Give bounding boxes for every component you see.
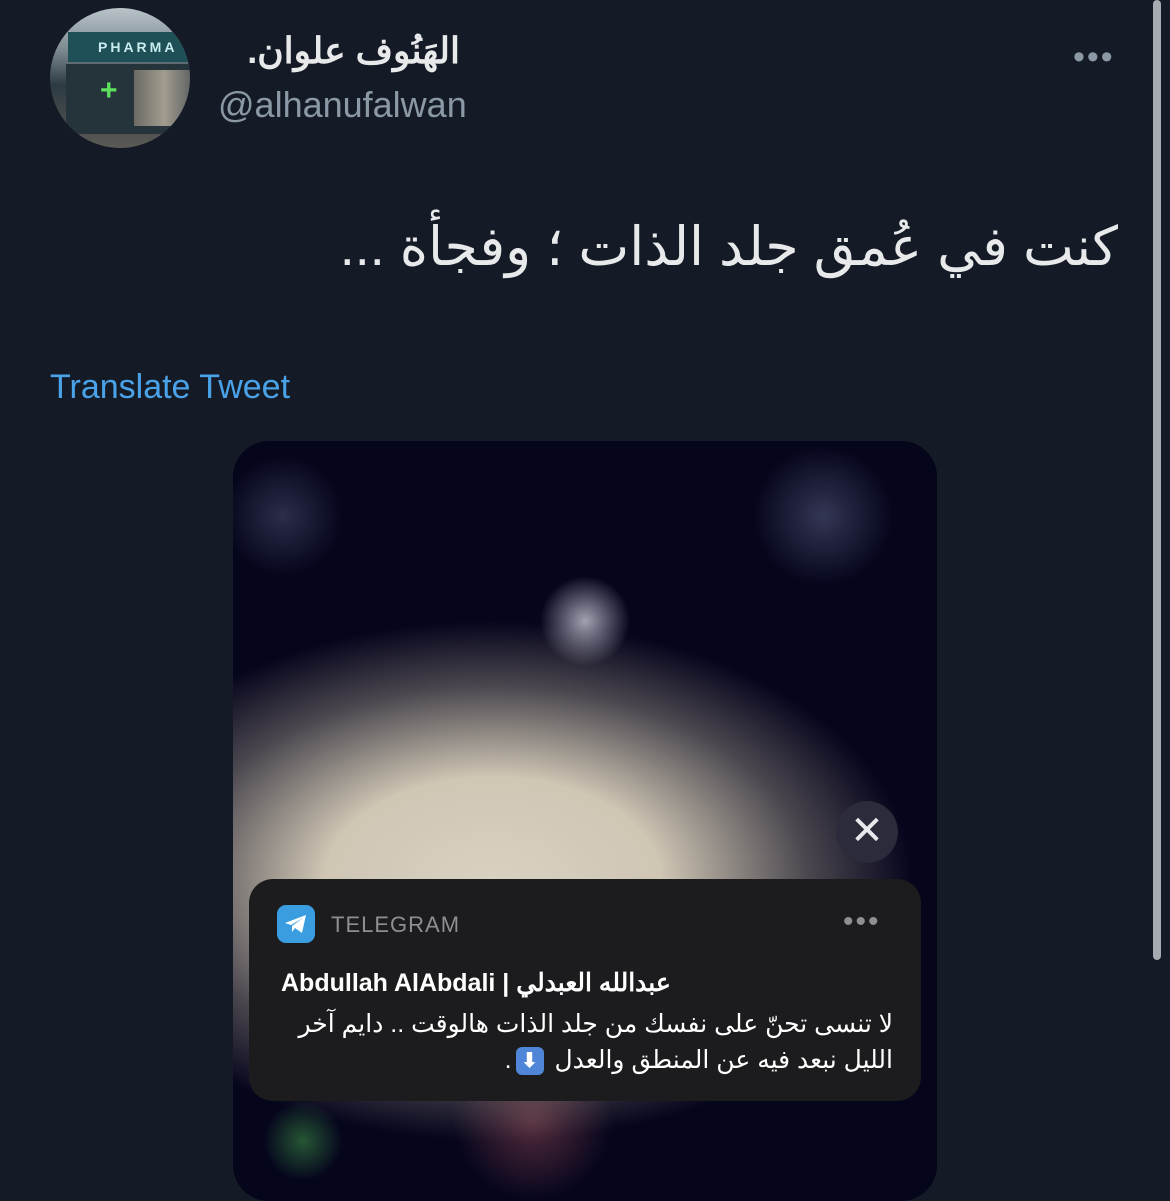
notification-message-end: . [504, 1046, 512, 1074]
pharmacy-cross-icon: + [100, 74, 118, 107]
translate-tweet-link[interactable]: Translate Tweet [50, 368, 290, 407]
notification-message-text: لا تنسى تحنّ على نفسك من جلد الذات هالوق… [298, 1010, 893, 1074]
user-handle[interactable]: @alhanufalwan [218, 84, 467, 126]
scrollbar[interactable] [1153, 0, 1161, 960]
down-arrow-emoji-icon: ⬇ [515, 1047, 544, 1076]
notification-app-name: TELEGRAM [331, 912, 461, 937]
notification-message: لا تنسى تحنّ على نفسك من جلد الذات هالوق… [273, 1006, 893, 1078]
telegram-icon [277, 905, 315, 943]
telegram-notification[interactable]: TELEGRAM ••• Abdullah AlAbdali | عبدالله… [249, 879, 921, 1101]
more-options-icon[interactable]: ••• [1073, 38, 1115, 77]
avatar[interactable]: PHARMA + [50, 8, 190, 148]
avatar-sign: PHARMA [68, 32, 190, 62]
avatar-storefront [66, 64, 190, 134]
notification-sender: Abdullah AlAbdali | عبدالله العبدلي [281, 969, 671, 997]
close-icon[interactable]: ✕ [836, 801, 898, 863]
tweet-text: كنت في عُمق جلد الذات ؛ وفجأة ... [339, 217, 1118, 277]
display-name[interactable]: الهَنُوف علوان. [247, 30, 460, 72]
notification-more-icon[interactable]: ••• [843, 905, 881, 939]
